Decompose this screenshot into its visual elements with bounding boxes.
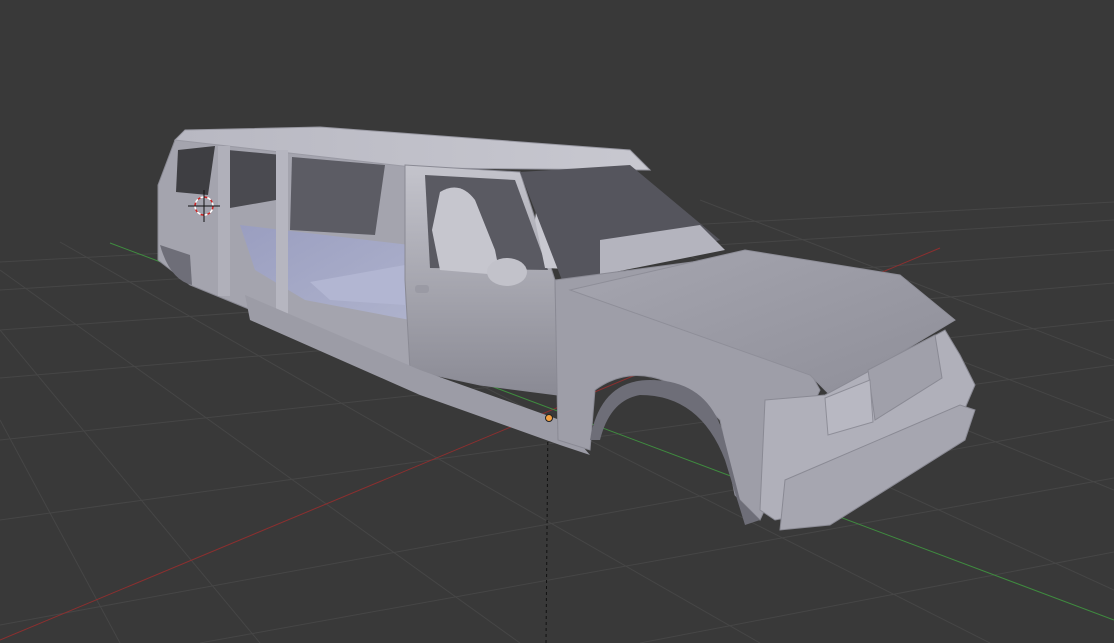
vehicle-mesh[interactable]	[157, 126, 976, 531]
3d-viewport[interactable]	[0, 0, 1114, 643]
z-axis-line	[545, 417, 549, 643]
object-origin-icon[interactable]	[545, 414, 553, 422]
